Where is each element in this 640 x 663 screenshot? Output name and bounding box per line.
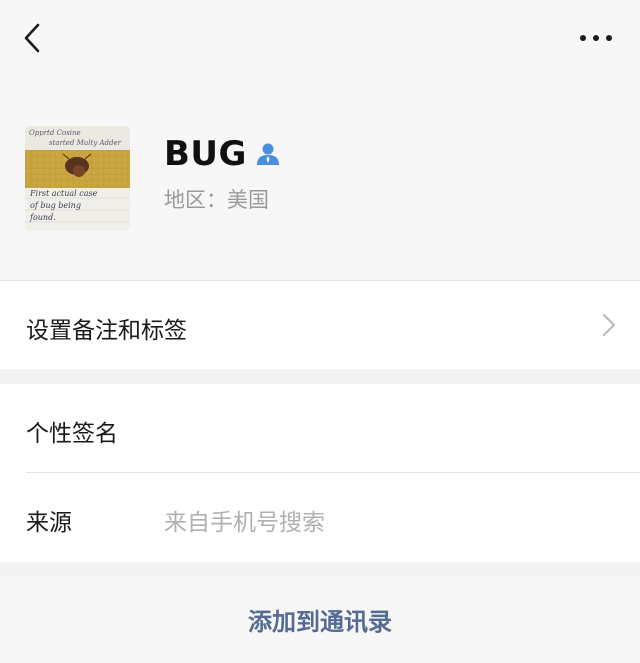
more-horizontal-icon <box>580 35 612 41</box>
chevron-left-icon <box>24 23 40 53</box>
back-button[interactable] <box>18 18 50 58</box>
contact-name: BUG <box>164 134 247 174</box>
navigation-bar <box>0 0 640 80</box>
add-to-contacts-button[interactable]: 添加到通讯录 <box>0 576 640 663</box>
avatar-note-line-2: of bug being <box>30 201 81 210</box>
name-row: BUG <box>164 132 281 176</box>
info-group: 个性签名 来源 来自手机号搜索 <box>0 384 640 562</box>
profile-header: Opprtd Cosine started Multy Adder First … <box>0 80 640 280</box>
remark-tags-label: 设置备注和标签 <box>26 318 187 344</box>
avatar-photo: Opprtd Cosine started Multy Adder First … <box>25 126 130 231</box>
region-text: 地区：美国 <box>164 188 269 212</box>
source-label: 来源 <box>26 510 72 536</box>
user-icon <box>256 143 279 165</box>
signature-row: 个性签名 <box>0 384 640 472</box>
add-to-contacts-label: 添加到通讯录 <box>248 608 392 636</box>
source-row: 来源 来自手机号搜索 <box>0 473 640 562</box>
source-value: 来自手机号搜索 <box>164 510 325 536</box>
more-button[interactable] <box>578 26 614 50</box>
signature-label: 个性签名 <box>26 421 118 447</box>
avatar-note-line-3: found. <box>29 213 56 222</box>
avatar-header-line-1: Opprtd Cosine <box>29 129 81 137</box>
chevron-right-icon <box>603 314 615 336</box>
remark-tags-row[interactable]: 设置备注和标签 <box>0 281 640 369</box>
avatar-note-line-1: First actual case <box>29 189 98 198</box>
avatar-header-line-2: started Multy Adder <box>49 139 122 147</box>
avatar[interactable]: Opprtd Cosine started Multy Adder First … <box>25 126 130 231</box>
